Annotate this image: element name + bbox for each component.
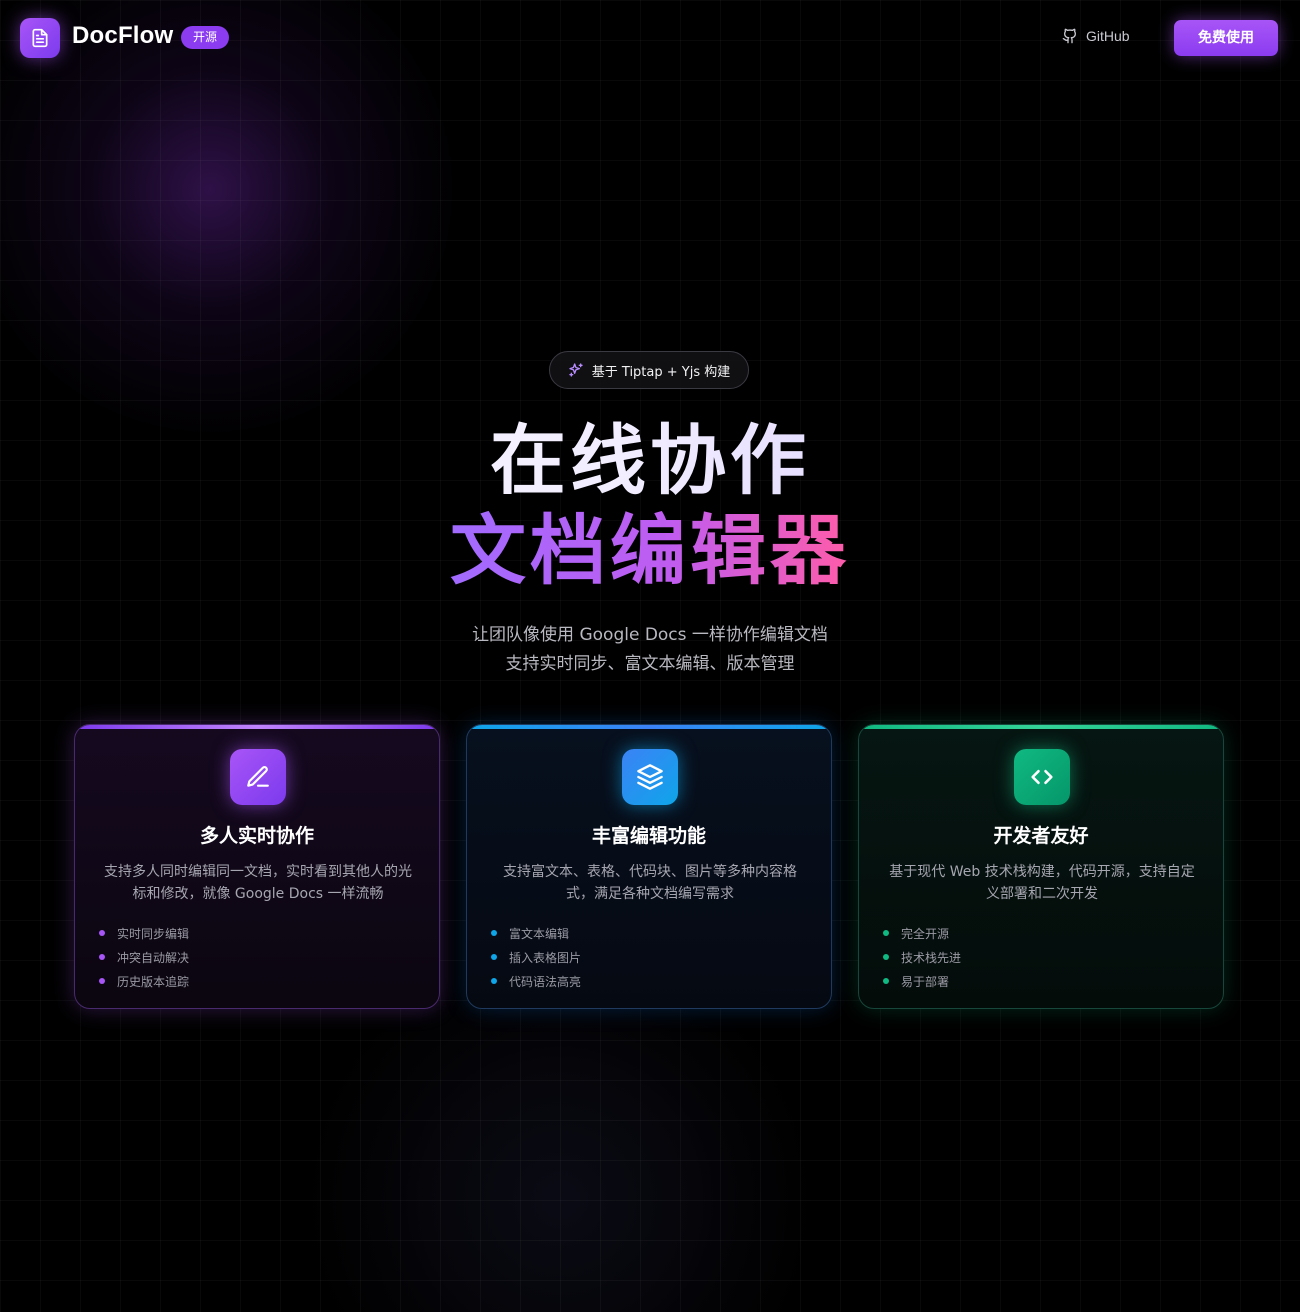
- github-icon: [1062, 28, 1077, 44]
- feature-label: 易于部署: [901, 974, 950, 989]
- list-item: 插入表格图片: [491, 945, 581, 969]
- list-item: 技术栈先进: [883, 945, 961, 969]
- card-title: 多人实时协作: [199, 825, 314, 847]
- bullet-dot: [883, 930, 889, 936]
- list-item: 冲突自动解决: [99, 945, 189, 969]
- card-description: 支持富文本、表格、代码块、图片等多种内容格式，满足各种文档编写需求: [503, 864, 797, 902]
- top-nav: DocFlow 开源 GitHub 免费使用: [0, 0, 1300, 76]
- brand-name[interactable]: DocFlow: [72, 22, 173, 50]
- landing-page: DocFlow 开源 GitHub 免费使用 基于 Tiptap + Yjs 构…: [0, 0, 1300, 1312]
- card-description: 基于现代 Web 技术栈构建，代码开源，支持自定义部署和二次开发: [889, 864, 1195, 902]
- list-item: 代码语法高亮: [491, 969, 581, 993]
- pill-text: 基于 Tiptap + Yjs 构建: [591, 364, 731, 380]
- document-icon: [32, 28, 48, 48]
- bullet-dot: [491, 954, 497, 960]
- feature-label: 实时同步编辑: [117, 926, 190, 941]
- feature-card-developer: 开发者友好 基于现代 Web 技术栈构建，代码开源，支持自定义部署和二次开发 完…: [858, 724, 1224, 1009]
- bullet-dot: [883, 978, 889, 984]
- open-source-badge: 开源: [181, 26, 230, 49]
- github-link[interactable]: GitHub: [1062, 28, 1130, 44]
- bullet-dot: [99, 930, 105, 936]
- hero-subtitle-line1: 让团队像使用 Google Docs 一样协作编辑文档: [472, 625, 828, 645]
- card-title: 丰富编辑功能: [591, 825, 706, 847]
- feature-label: 完全开源: [901, 926, 950, 941]
- bullet-dot: [99, 954, 105, 960]
- feature-card-editing: 丰富编辑功能 支持富文本、表格、代码块、图片等多种内容格式，满足各种文档编写需求…: [466, 724, 832, 1009]
- feature-list: 富文本编辑 插入表格图片 代码语法高亮: [491, 921, 581, 993]
- feature-list: 实时同步编辑 冲突自动解决 历史版本追踪: [99, 921, 189, 993]
- card-accent-bar: [75, 725, 439, 729]
- sparkles-icon: [569, 363, 583, 377]
- feature-label: 历史版本追踪: [117, 974, 190, 989]
- list-item: 完全开源: [883, 921, 961, 945]
- card-icon-box: [230, 749, 286, 805]
- bullet-dot: [883, 954, 889, 960]
- list-item: 历史版本追踪: [99, 969, 189, 993]
- feature-label: 技术栈先进: [901, 950, 962, 965]
- feature-list: 完全开源 技术栈先进 易于部署: [883, 921, 961, 993]
- hero-title-line2-wrap: 文档编辑器: [0, 508, 1300, 594]
- bullet-dot: [491, 930, 497, 936]
- hero-subtitle-line2: 支持实时同步、富文本编辑、版本管理: [505, 654, 795, 674]
- feature-label: 代码语法高亮: [509, 974, 582, 989]
- card-title: 开发者友好: [993, 825, 1089, 847]
- card-icon-box: [622, 749, 678, 805]
- card-accent-bar: [467, 725, 831, 729]
- tech-stack-pill: 基于 Tiptap + Yjs 构建: [549, 351, 749, 389]
- list-item: 实时同步编辑: [99, 921, 189, 945]
- feature-label: 冲突自动解决: [117, 950, 190, 965]
- feature-label: 插入表格图片: [509, 950, 582, 965]
- hero-title-line2: 文档编辑器: [450, 506, 850, 595]
- layers-icon: [637, 764, 663, 790]
- card-accent-bar: [859, 725, 1223, 729]
- logo[interactable]: [20, 18, 60, 58]
- list-item: 富文本编辑: [491, 921, 581, 945]
- hero-title-line1: 在线协作: [0, 418, 1300, 504]
- feature-card-collaboration: 多人实时协作 支持多人同时编辑同一文档，实时看到其他人的光标和修改，就像 Goo…: [74, 724, 440, 1009]
- pen-icon: [247, 766, 269, 787]
- card-icon-box: [1014, 749, 1070, 805]
- github-label: GitHub: [1086, 28, 1130, 44]
- code-icon: [1031, 769, 1053, 785]
- free-use-button[interactable]: 免费使用: [1174, 20, 1278, 56]
- bullet-dot: [491, 978, 497, 984]
- card-description: 支持多人同时编辑同一文档，实时看到其他人的光标和修改，就像 Google Doc…: [104, 864, 412, 902]
- bullet-dot: [99, 978, 105, 984]
- list-item: 易于部署: [883, 969, 961, 993]
- feature-label: 富文本编辑: [509, 926, 570, 941]
